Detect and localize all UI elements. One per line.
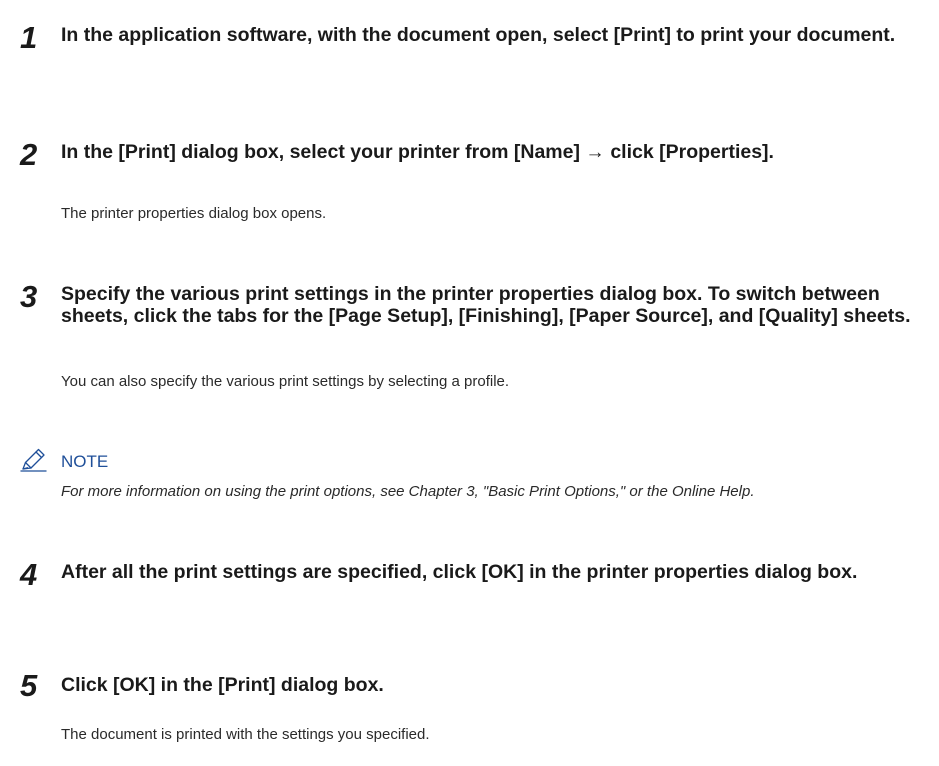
step-heading: In the [Print] dialog box, select your p… — [61, 141, 774, 163]
note-label: NOTE — [61, 452, 109, 471]
step-number: 2 — [20, 137, 38, 172]
pencil-icon — [20, 448, 48, 472]
note-text: For more information on using the print … — [61, 483, 755, 500]
step-number: 5 — [20, 668, 38, 703]
step-heading: Specify the various print settings in th… — [61, 283, 911, 327]
step-heading: After all the print settings are specifi… — [61, 561, 858, 583]
step-body: The document is printed with the setting… — [61, 726, 430, 743]
step-heading: Click [OK] in the [Print] dialog box. — [61, 674, 384, 696]
step-number: 4 — [20, 557, 38, 592]
step-number: 3 — [20, 279, 38, 314]
step-body: You can also specify the various print s… — [61, 373, 510, 390]
step-body: The printer properties dialog box opens. — [61, 205, 327, 222]
step-heading: In the application software, with the do… — [61, 24, 896, 46]
step-number: 1 — [20, 20, 38, 55]
